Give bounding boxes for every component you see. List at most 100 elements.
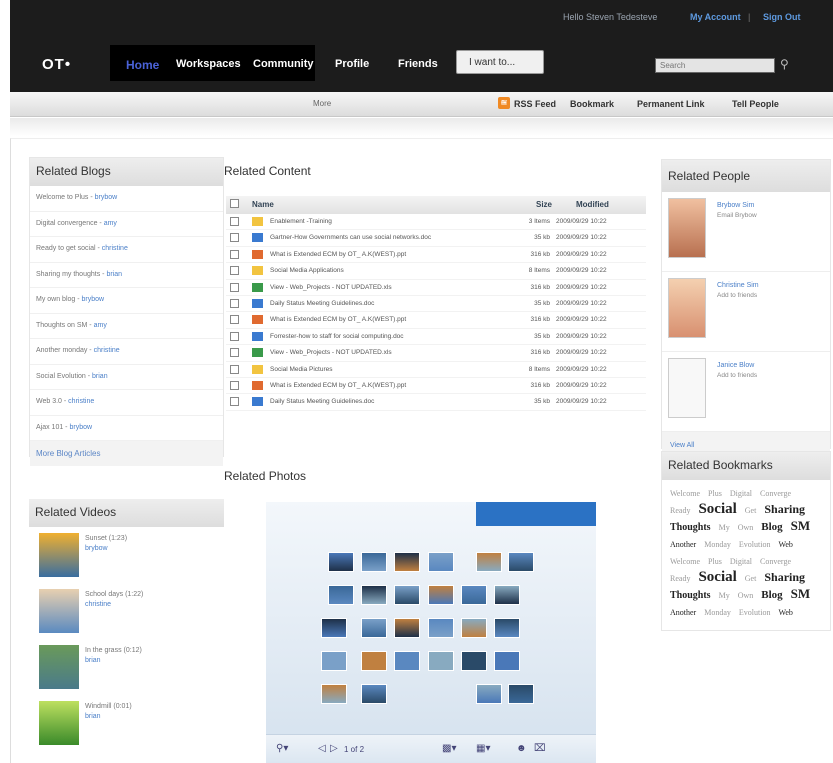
blog-author[interactable]: brybow bbox=[69, 424, 92, 431]
video-author[interactable]: brian bbox=[85, 657, 101, 664]
video-author[interactable]: christine bbox=[85, 601, 111, 608]
row-checkbox[interactable] bbox=[230, 217, 239, 226]
blog-item[interactable]: Ajax 101 - brybow bbox=[30, 416, 223, 441]
table-row[interactable]: What is Extended ECM by OT_ A.K(WEST).pp… bbox=[226, 378, 646, 395]
bookmark-tag[interactable]: Get bbox=[745, 506, 757, 515]
blog-title[interactable]: Another monday - bbox=[36, 347, 94, 354]
bookmark-tag[interactable]: Another bbox=[670, 608, 696, 617]
file-name[interactable]: View - Web_Projects - NOT UPDATED.xls bbox=[270, 349, 392, 356]
bookmark-tag[interactable]: Evolution bbox=[739, 540, 771, 549]
person-action[interactable]: Add to friends bbox=[717, 292, 757, 299]
video-title[interactable]: School days (1:22) bbox=[85, 591, 143, 598]
nav-community[interactable]: Community bbox=[253, 58, 314, 70]
bookmark-tag[interactable]: Blog bbox=[761, 521, 782, 533]
file-name[interactable]: Forrester-how to staff for social comput… bbox=[270, 333, 404, 340]
person-action[interactable]: Email Brybow bbox=[717, 212, 757, 219]
avatar[interactable] bbox=[668, 278, 706, 338]
bookmark-tag[interactable]: Converge bbox=[760, 557, 791, 566]
blog-author[interactable]: christine bbox=[94, 347, 120, 354]
rss-icon[interactable]: ≊ bbox=[498, 97, 510, 109]
select-all-checkbox[interactable] bbox=[230, 199, 239, 208]
blog-item[interactable]: Ready to get social - christine bbox=[30, 237, 223, 263]
person-name[interactable]: Brybow Sim bbox=[717, 202, 754, 209]
blog-title[interactable]: Ajax 101 - bbox=[36, 424, 69, 431]
person-action[interactable]: Add to friends bbox=[717, 372, 757, 379]
table-row[interactable]: Enablement -Training 3 Items 2009/09/29 10… bbox=[226, 214, 646, 231]
bookmark-tag[interactable]: Own bbox=[738, 591, 754, 600]
table-row[interactable]: Forrester-how to staff for social comput… bbox=[226, 329, 646, 346]
table-row[interactable]: What is Extended ECM by OT_ A.K(WEST).pp… bbox=[226, 247, 646, 264]
bookmark-tag[interactable]: Evolution bbox=[739, 608, 771, 617]
bookmark-tag[interactable]: Web bbox=[778, 608, 792, 617]
bookmark-tag[interactable]: Plus bbox=[708, 557, 722, 566]
bookmark-tag[interactable]: Monday bbox=[704, 540, 731, 549]
video-title[interactable]: Windmill (0:01) bbox=[85, 703, 132, 710]
blog-item[interactable]: Web 3.0 - christine bbox=[30, 390, 223, 416]
bookmark-tag[interactable]: My bbox=[719, 523, 730, 532]
sign-out-link[interactable]: Sign Out bbox=[763, 12, 801, 22]
people-icon[interactable]: ☻ bbox=[516, 743, 527, 754]
table-row[interactable]: View - Web_Projects - NOT UPDATED.xls 316… bbox=[226, 280, 646, 296]
bookmark-tag[interactable]: My bbox=[719, 591, 730, 600]
photo-thumbnail[interactable] bbox=[461, 585, 487, 605]
fullscreen-icon[interactable]: ⌧ bbox=[534, 743, 546, 754]
blog-item[interactable]: Welcome to Plus - brybow bbox=[30, 186, 223, 212]
bookmark-tag[interactable]: Welcome bbox=[670, 489, 700, 498]
logo[interactable]: OT• bbox=[42, 56, 71, 73]
video-thumbnail[interactable] bbox=[39, 645, 79, 689]
photo-thumbnail[interactable] bbox=[394, 651, 420, 671]
video-item[interactable]: Windmill (0:01) brian bbox=[29, 701, 224, 751]
video-thumbnail[interactable] bbox=[39, 589, 79, 633]
blog-title[interactable]: Web 3.0 - bbox=[36, 398, 68, 405]
person-item[interactable]: Brybow Sim Email Brybow bbox=[662, 192, 830, 272]
table-row[interactable]: Social Media Applications 8 Items 2009/09/… bbox=[226, 263, 646, 280]
photo-thumbnail[interactable] bbox=[361, 684, 387, 704]
blog-item[interactable]: My own blog - brybow bbox=[30, 288, 223, 314]
photo-thumbnail[interactable] bbox=[361, 618, 387, 638]
blog-item[interactable]: Sharing my thoughts - brian bbox=[30, 263, 223, 288]
bookmark-tag[interactable]: SM bbox=[791, 586, 811, 601]
next-icon[interactable]: ▷ bbox=[330, 743, 338, 754]
modified-column-header[interactable]: Modified bbox=[576, 200, 609, 209]
table-row[interactable]: Daily Status Meeting Guidelines.doc 35 kb… bbox=[226, 296, 646, 313]
video-author[interactable]: brybow bbox=[85, 545, 108, 552]
file-name[interactable]: Gartner-How Governments can use social n… bbox=[270, 234, 431, 241]
table-row[interactable]: Social Media Pictures 8 Items 2009/09/29 1… bbox=[226, 362, 646, 378]
nav-home[interactable]: Home bbox=[126, 58, 159, 72]
bookmark-tag[interactable]: Sharing bbox=[764, 502, 805, 516]
bookmark-tag[interactable]: Social bbox=[698, 501, 736, 517]
video-thumbnail[interactable] bbox=[39, 533, 79, 577]
bookmark-tag[interactable]: Get bbox=[745, 574, 757, 583]
more-menu[interactable]: More bbox=[313, 99, 331, 108]
video-thumbnail[interactable] bbox=[39, 701, 79, 745]
blog-author[interactable]: amy bbox=[104, 220, 117, 227]
bookmark-tag[interactable]: Another bbox=[670, 540, 696, 549]
layout-icon[interactable]: ▦▾ bbox=[476, 743, 490, 754]
blog-item[interactable]: Thoughts on SM - amy bbox=[30, 314, 223, 339]
file-name[interactable]: Enablement -Training bbox=[270, 218, 332, 225]
file-name[interactable]: What is Extended ECM by OT_ A.K(WEST).pp… bbox=[270, 316, 406, 323]
photo-thumbnail[interactable] bbox=[428, 585, 454, 605]
photo-thumbnail[interactable] bbox=[361, 651, 387, 671]
photo-thumbnail[interactable] bbox=[321, 684, 347, 704]
row-checkbox[interactable] bbox=[230, 315, 239, 325]
blog-title[interactable]: Welcome to Plus - bbox=[36, 194, 95, 201]
bookmark-tag[interactable]: Digital bbox=[730, 489, 752, 498]
photo-thumbnail[interactable] bbox=[508, 684, 534, 704]
blog-author[interactable]: brybow bbox=[95, 194, 118, 201]
search-input[interactable] bbox=[655, 58, 775, 73]
name-column-header[interactable]: Name bbox=[252, 200, 274, 209]
video-title[interactable]: Sunset (1:23) bbox=[85, 535, 127, 542]
photo-thumbnail[interactable] bbox=[394, 552, 420, 572]
tell-people-link[interactable]: Tell People bbox=[732, 99, 779, 109]
bookmark-tag[interactable]: SM bbox=[791, 518, 811, 533]
table-row[interactable]: Daily Status Meeting Guidelines.doc 35 kb… bbox=[226, 394, 646, 411]
bookmark-tag[interactable]: Thoughts bbox=[670, 590, 711, 601]
bookmark-tag[interactable]: Welcome bbox=[670, 557, 700, 566]
photo-thumbnail[interactable] bbox=[328, 552, 354, 572]
file-name[interactable]: Daily Status Meeting Guidelines.doc bbox=[270, 398, 374, 405]
blog-author[interactable]: brybow bbox=[82, 296, 105, 303]
row-checkbox[interactable] bbox=[230, 233, 239, 243]
photo-thumbnail[interactable] bbox=[321, 651, 347, 671]
row-checkbox[interactable] bbox=[230, 348, 239, 358]
